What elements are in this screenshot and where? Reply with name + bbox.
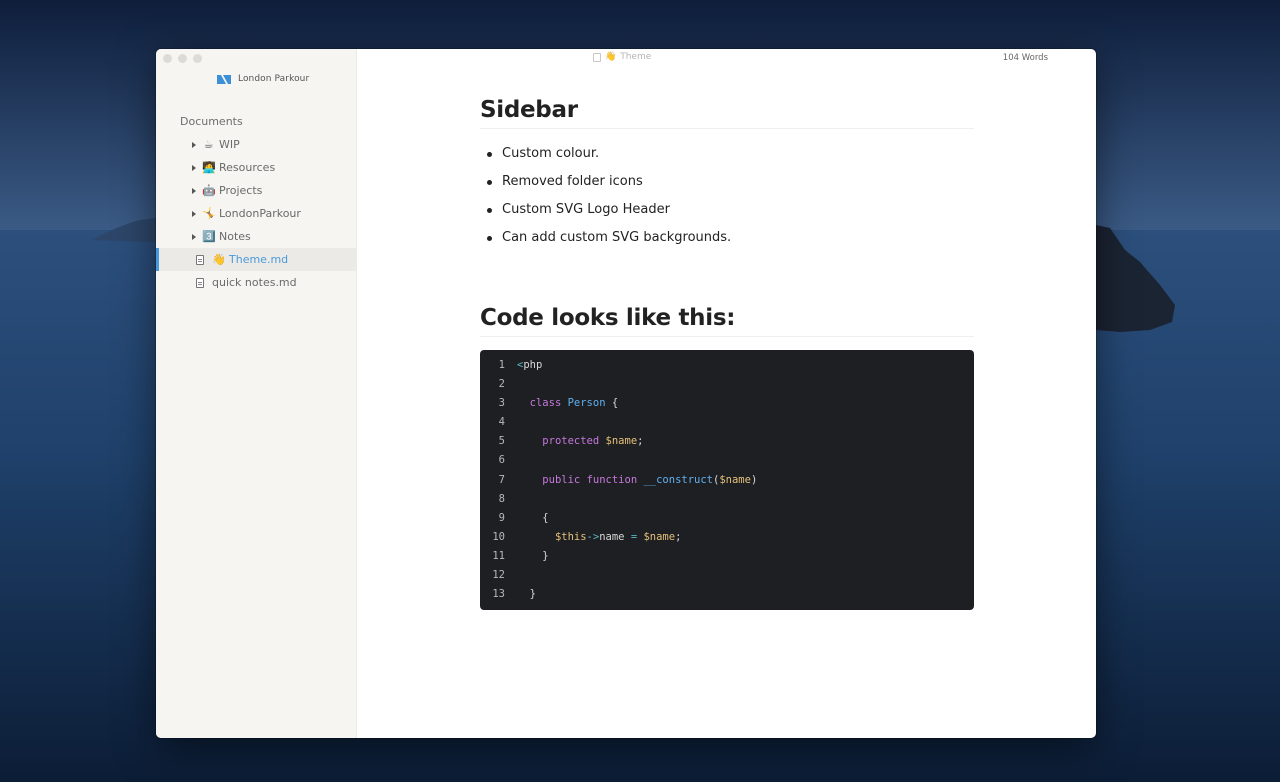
window-title: 👋 Theme bbox=[593, 52, 651, 62]
line-number: 5 bbox=[498, 435, 505, 448]
list-item: Removed folder icons bbox=[480, 169, 974, 197]
code-line: 6 bbox=[480, 452, 974, 471]
code-line: 13 } bbox=[480, 586, 974, 605]
heading-sidebar: Sidebar bbox=[480, 97, 974, 129]
code-token: $name bbox=[605, 435, 638, 448]
disclosure-arrow-icon[interactable] bbox=[192, 164, 196, 171]
technologist-icon: 🧑‍💻 bbox=[202, 161, 216, 174]
sidebar-item-label: Resources bbox=[219, 161, 276, 174]
app-window: London Parkour Documents ☕ WIP 🧑‍💻 Resou… bbox=[156, 49, 1096, 738]
code-token: } bbox=[529, 588, 536, 601]
editor-content[interactable]: Sidebar Custom colour. Removed folder ic… bbox=[480, 97, 974, 611]
line-number: 3 bbox=[498, 397, 505, 410]
documents-section-label: Documents bbox=[180, 115, 243, 128]
minimize-button[interactable] bbox=[178, 54, 187, 63]
line-number: 12 bbox=[492, 569, 505, 582]
line-number: 4 bbox=[498, 416, 505, 429]
sidebar-item-notes[interactable]: 3️⃣ Notes bbox=[156, 225, 357, 248]
code-token: class bbox=[529, 397, 562, 410]
code-line: 3 class Person { bbox=[480, 395, 974, 414]
line-number: 6 bbox=[498, 454, 505, 467]
code-token: function bbox=[586, 473, 638, 486]
code-token: name bbox=[599, 530, 625, 543]
bullet-list: Custom colour. Removed folder icons Cust… bbox=[480, 141, 974, 253]
code-token: } bbox=[542, 549, 549, 562]
code-token: protected bbox=[542, 435, 600, 448]
line-number: 7 bbox=[498, 473, 505, 486]
line-number: 10 bbox=[492, 530, 505, 543]
line-number: 13 bbox=[492, 588, 505, 601]
sidebar-item-label: Projects bbox=[219, 184, 263, 197]
cartwheel-icon: 🤸 bbox=[202, 207, 216, 220]
logo-text: London Parkour bbox=[238, 74, 310, 84]
window-title-text: Theme bbox=[620, 52, 652, 62]
list-item: Custom SVG Logo Header bbox=[480, 197, 974, 225]
code-token: $this bbox=[554, 530, 587, 543]
code-token: -> bbox=[586, 530, 600, 543]
code-line: 9 { bbox=[480, 510, 974, 529]
waving-hand-icon: 👋 bbox=[605, 52, 617, 62]
sidebar-item-label: Theme.md bbox=[229, 253, 289, 266]
window-controls bbox=[163, 54, 202, 63]
code-token: __construct bbox=[643, 473, 714, 486]
code-token: ; bbox=[637, 435, 644, 448]
code-line: 5 protected $name; bbox=[480, 433, 974, 452]
line-number: 1 bbox=[498, 359, 505, 371]
line-number: 9 bbox=[498, 511, 505, 524]
code-line: 4 bbox=[480, 414, 974, 433]
disclosure-arrow-icon[interactable] bbox=[192, 210, 196, 217]
code-token: $name bbox=[643, 530, 676, 543]
sidebar-item-theme-md[interactable]: 👋 Theme.md bbox=[156, 248, 357, 271]
document-icon bbox=[196, 277, 204, 288]
line-number: 2 bbox=[498, 378, 505, 391]
code-line: 8 bbox=[480, 491, 974, 510]
sidebar-item-projects[interactable]: 🤖 Projects bbox=[156, 179, 357, 202]
code-line: 7 public function __construct($name) bbox=[480, 472, 974, 491]
disclosure-arrow-icon[interactable] bbox=[192, 187, 196, 194]
sidebar-item-label: Notes bbox=[219, 230, 251, 243]
code-token: ) bbox=[750, 473, 758, 486]
disclosure-arrow-icon[interactable] bbox=[192, 141, 196, 148]
code-line: 10 $this->name = $name; bbox=[480, 529, 974, 548]
document-icon bbox=[196, 254, 204, 265]
robot-icon: 🤖 bbox=[202, 184, 216, 197]
sidebar-item-londonparkour[interactable]: 🤸 LondonParkour bbox=[156, 202, 357, 225]
zoom-button[interactable] bbox=[193, 54, 202, 63]
list-item: Can add custom SVG backgrounds. bbox=[480, 225, 974, 253]
waving-hand-icon: 👋 bbox=[212, 253, 226, 266]
code-token: = bbox=[624, 530, 644, 543]
code-token: { bbox=[605, 397, 619, 410]
list-item: Custom colour. bbox=[480, 141, 974, 169]
code-block[interactable]: 1 <php 2 3 class Person { 4 5 protected … bbox=[480, 350, 974, 611]
code-token: Person bbox=[567, 397, 606, 410]
close-button[interactable] bbox=[163, 54, 172, 63]
coffee-icon: ☕ bbox=[203, 138, 214, 151]
code-line: 12 bbox=[480, 567, 974, 586]
word-count[interactable]: 104 Words bbox=[1003, 53, 1048, 63]
sidebar-item-wip[interactable]: ☕ WIP bbox=[156, 133, 357, 156]
sidebar-item-quick-notes-md[interactable]: quick notes.md bbox=[156, 271, 357, 294]
disclosure-arrow-icon[interactable] bbox=[192, 233, 196, 240]
sidebar: London Parkour Documents ☕ WIP 🧑‍💻 Resou… bbox=[156, 49, 357, 738]
sidebar-item-label: LondonParkour bbox=[219, 207, 301, 220]
keycap-three-icon: 3️⃣ bbox=[202, 230, 216, 243]
sidebar-item-label: quick notes.md bbox=[212, 276, 297, 289]
document-icon bbox=[593, 52, 601, 62]
code-line: 2 bbox=[480, 376, 974, 395]
code-token: { bbox=[542, 511, 549, 524]
line-number: 8 bbox=[498, 492, 505, 505]
london-parkour-logo-icon bbox=[217, 74, 231, 84]
code-token: ; bbox=[675, 530, 682, 543]
code-token: public bbox=[542, 473, 581, 486]
code-line: 1 <php bbox=[480, 357, 974, 376]
code-token: $name bbox=[719, 473, 751, 486]
heading-code: Code looks like this: bbox=[480, 305, 974, 337]
code-token: php bbox=[523, 359, 543, 371]
sidebar-item-resources[interactable]: 🧑‍💻 Resources bbox=[156, 156, 357, 179]
code-line: 11 } bbox=[480, 548, 974, 567]
sidebar-logo-header[interactable]: London Parkour bbox=[217, 74, 309, 84]
sidebar-item-label: WIP bbox=[219, 138, 240, 151]
file-tree: ☕ WIP 🧑‍💻 Resources 🤖 Projects 🤸 LondonP… bbox=[156, 133, 357, 294]
line-number: 11 bbox=[492, 549, 505, 562]
